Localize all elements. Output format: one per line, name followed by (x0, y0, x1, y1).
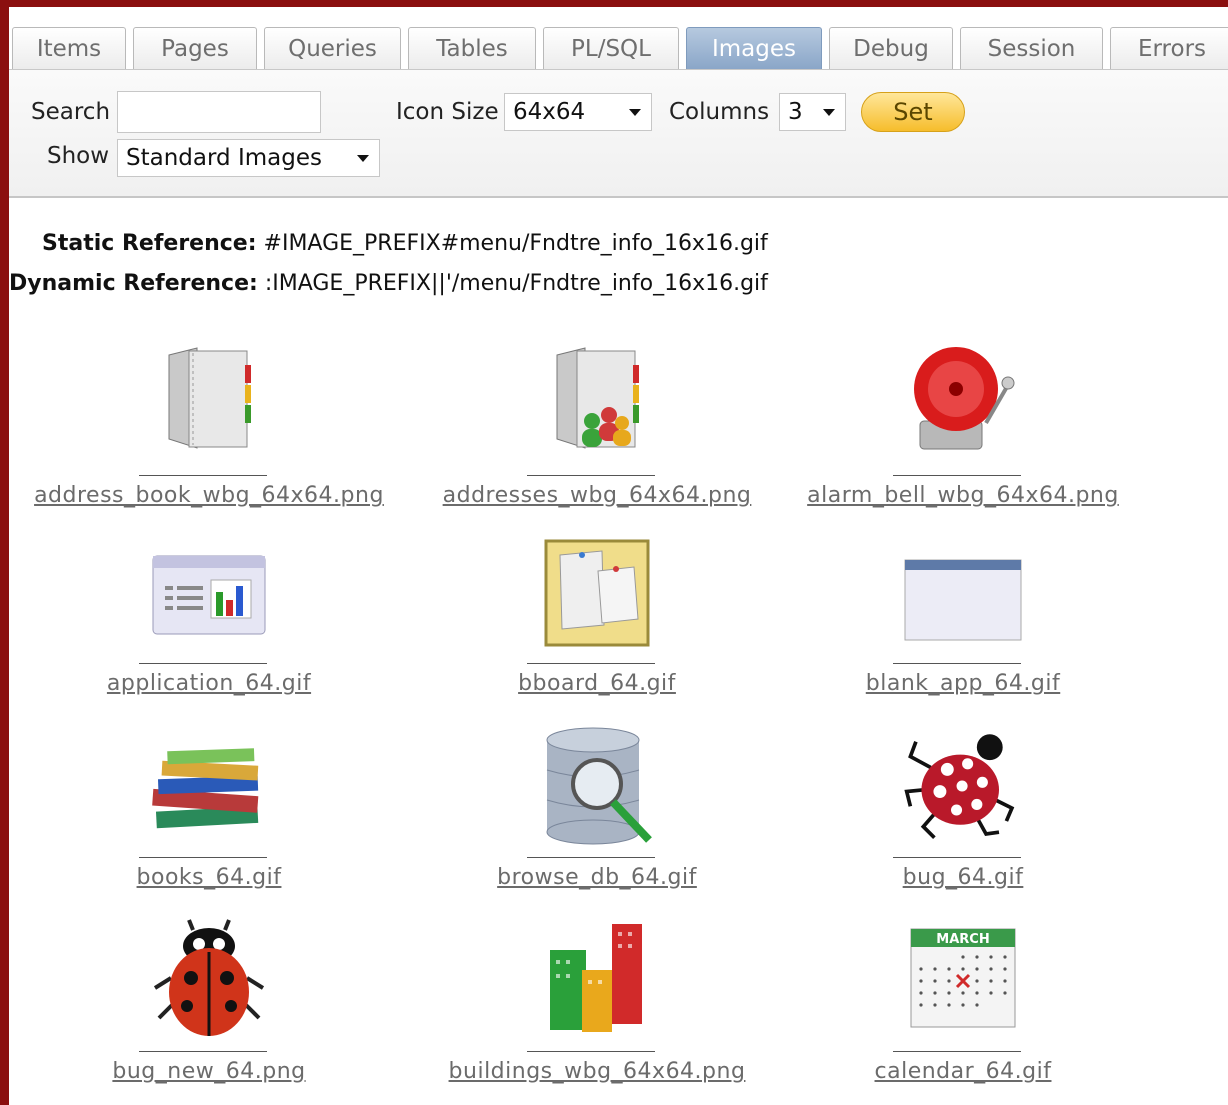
columns-select[interactable]: 3 (779, 93, 846, 131)
divider (527, 663, 655, 664)
tab-session[interactable]: Session (960, 27, 1103, 69)
tab-items[interactable]: Items (12, 27, 126, 69)
chevron-down-icon (823, 108, 835, 116)
bug-new-icon[interactable] (149, 919, 269, 1036)
search-input[interactable] (117, 91, 321, 133)
dynamic-reference-value: :IMAGE_PREFIX||'/menu/Fndtre_info_16x16.… (264, 271, 768, 296)
calendar-month: MARCH (936, 932, 989, 947)
static-reference: Static Reference: #IMAGE_PREFIX#menu/Fnd… (42, 231, 768, 256)
image-link[interactable]: application_64.gif (9, 671, 409, 696)
tab-bar: Items Pages Queries Tables PL/SQL Images… (9, 7, 1228, 70)
divider (893, 663, 1021, 664)
tab-plsql[interactable]: PL/SQL (543, 27, 679, 69)
chevron-down-icon (357, 154, 369, 162)
static-reference-value: #IMAGE_PREFIX#menu/Fndtre_info_16x16.gif (263, 231, 768, 256)
addresses-icon[interactable] (537, 343, 657, 453)
divider (893, 1051, 1021, 1052)
books-icon[interactable] (149, 731, 269, 841)
tab-tables[interactable]: Tables (408, 27, 536, 69)
search-label: Search (31, 99, 111, 125)
show-label: Show (47, 143, 110, 169)
image-link[interactable]: blank_app_64.gif (763, 671, 1163, 696)
divider (893, 475, 1021, 476)
application-icon[interactable] (149, 537, 269, 647)
image-link[interactable]: buildings_wbg_64x64.png (397, 1059, 797, 1084)
image-link[interactable]: addresses_wbg_64x64.png (397, 483, 797, 508)
image-link[interactable]: bug_new_64.png (9, 1059, 409, 1084)
divider (139, 475, 267, 476)
browse-db-icon[interactable] (537, 727, 657, 845)
image-filter-toolbar: Search Icon Size 64x64 Columns 3 Set Sho… (9, 69, 1228, 198)
dynamic-reference: Dynamic Reference: :IMAGE_PREFIX||'/menu… (9, 271, 768, 296)
image-link[interactable]: browse_db_64.gif (397, 865, 797, 890)
divider (139, 857, 267, 858)
show-select[interactable]: Standard Images (117, 139, 380, 177)
divider (139, 663, 267, 664)
tab-debug[interactable]: Debug (829, 27, 953, 69)
buildings-icon[interactable] (537, 923, 657, 1033)
icon-size-value: 64x64 (513, 99, 586, 125)
show-value: Standard Images (126, 145, 322, 171)
columns-label: Columns (669, 99, 770, 125)
tab-pages[interactable]: Pages (133, 27, 257, 69)
divider (527, 1051, 655, 1052)
calendar-icon[interactable]: MARCH (903, 923, 1023, 1033)
columns-value: 3 (788, 99, 803, 125)
divider (139, 1051, 267, 1052)
divider (527, 475, 655, 476)
tab-queries[interactable]: Queries (264, 27, 401, 69)
image-link[interactable]: alarm_bell_wbg_64x64.png (763, 483, 1163, 508)
divider (527, 857, 655, 858)
icon-size-select[interactable]: 64x64 (504, 93, 652, 131)
image-link[interactable]: bboard_64.gif (397, 671, 797, 696)
alarm-bell-icon[interactable] (903, 343, 1023, 453)
address-book-icon[interactable] (149, 343, 269, 453)
tab-images[interactable]: Images (686, 27, 822, 69)
blank-app-icon[interactable] (903, 537, 1023, 647)
dynamic-reference-label: Dynamic Reference: (9, 271, 258, 296)
chevron-down-icon (629, 108, 641, 116)
image-link[interactable]: address_book_wbg_64x64.png (9, 483, 409, 508)
bulletin-board-icon[interactable] (537, 537, 657, 647)
static-reference-label: Static Reference: (42, 231, 257, 256)
tab-errors[interactable]: Errors (1110, 27, 1228, 69)
divider (893, 857, 1021, 858)
image-link[interactable]: books_64.gif (9, 865, 409, 890)
set-button[interactable]: Set (861, 92, 965, 132)
image-browser-panel: Items Pages Queries Tables PL/SQL Images… (9, 7, 1228, 1105)
icon-size-label: Icon Size (396, 99, 499, 125)
image-link[interactable]: bug_64.gif (763, 865, 1163, 890)
bug-icon[interactable] (903, 731, 1023, 841)
image-link[interactable]: calendar_64.gif (763, 1059, 1163, 1084)
